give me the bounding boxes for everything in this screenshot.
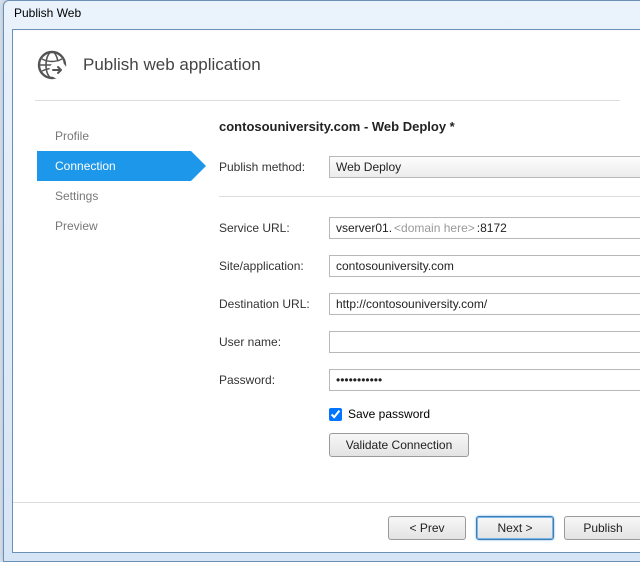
validate-connection-button[interactable]: Validate Connection	[329, 433, 469, 457]
sidebar-item-label: Preview	[55, 219, 98, 233]
section-divider	[219, 196, 640, 197]
next-label: Next >	[497, 521, 532, 535]
profile-title: contosouniversity.com - Web Deploy *	[219, 119, 640, 134]
prev-label: < Prev	[409, 521, 444, 535]
validate-connection-label: Validate Connection	[346, 438, 453, 452]
wizard-sidebar: Profile Connection Settings Preview	[37, 115, 191, 457]
password-row: Password:	[219, 365, 640, 395]
window-title: Publish Web	[14, 6, 81, 20]
sidebar-item-profile[interactable]: Profile	[37, 121, 191, 151]
dialog-header: Publish web application	[13, 30, 640, 96]
client-area: Publish web application Profile Connecti…	[12, 29, 640, 553]
site-app-row: Site/application:	[219, 251, 640, 281]
window-titlebar[interactable]: Publish Web	[4, 1, 640, 27]
wizard-main: contosouniversity.com - Web Deploy * Pub…	[191, 115, 640, 457]
dest-url-row: Destination URL:	[219, 289, 640, 319]
prev-button[interactable]: < Prev	[388, 516, 466, 540]
publish-method-value: Web Deploy	[336, 160, 401, 174]
save-password-label: Save password	[348, 407, 430, 421]
sidebar-item-preview[interactable]: Preview	[37, 211, 191, 241]
username-row: User name:	[219, 327, 640, 357]
publish-method-label: Publish method:	[219, 160, 329, 174]
service-url-row: Service URL: vserver01. <domain here> :8…	[219, 213, 640, 243]
publish-label: Publish	[583, 521, 622, 535]
dest-url-input[interactable]	[329, 293, 640, 315]
service-url-input[interactable]: vserver01. <domain here> :8172	[329, 217, 640, 239]
site-app-label: Site/application:	[219, 259, 329, 273]
password-input[interactable]	[329, 369, 640, 391]
username-label: User name:	[219, 335, 329, 349]
publish-method-row: Publish method: Web Deploy	[219, 152, 640, 182]
sidebar-item-settings[interactable]: Settings	[37, 181, 191, 211]
next-button[interactable]: Next >	[476, 516, 554, 540]
sidebar-item-connection[interactable]: Connection	[37, 151, 191, 181]
publish-button[interactable]: Publish	[564, 516, 640, 540]
dialog-body: Profile Connection Settings Preview cont…	[13, 101, 640, 457]
sidebar-item-label: Profile	[55, 129, 89, 143]
dialog-footer: < Prev Next > Publish	[13, 502, 640, 552]
sidebar-item-label: Connection	[55, 159, 116, 173]
dialog-title: Publish web application	[83, 55, 261, 75]
password-label: Password:	[219, 373, 329, 387]
globe-publish-icon	[35, 48, 69, 82]
save-password-row: Save password	[219, 403, 640, 425]
service-url-prefix: vserver01.	[336, 221, 392, 235]
dest-url-label: Destination URL:	[219, 297, 329, 311]
save-password-checkbox[interactable]	[329, 408, 342, 421]
sidebar-item-label: Settings	[55, 189, 98, 203]
service-url-placeholder: <domain here>	[394, 221, 475, 235]
service-url-label: Service URL:	[219, 221, 329, 235]
publish-web-window: Publish Web Publish web application	[3, 0, 640, 562]
publish-method-select[interactable]: Web Deploy	[329, 156, 640, 178]
username-input[interactable]	[329, 331, 640, 353]
site-app-input[interactable]	[329, 255, 640, 277]
service-url-suffix: :8172	[477, 221, 507, 235]
